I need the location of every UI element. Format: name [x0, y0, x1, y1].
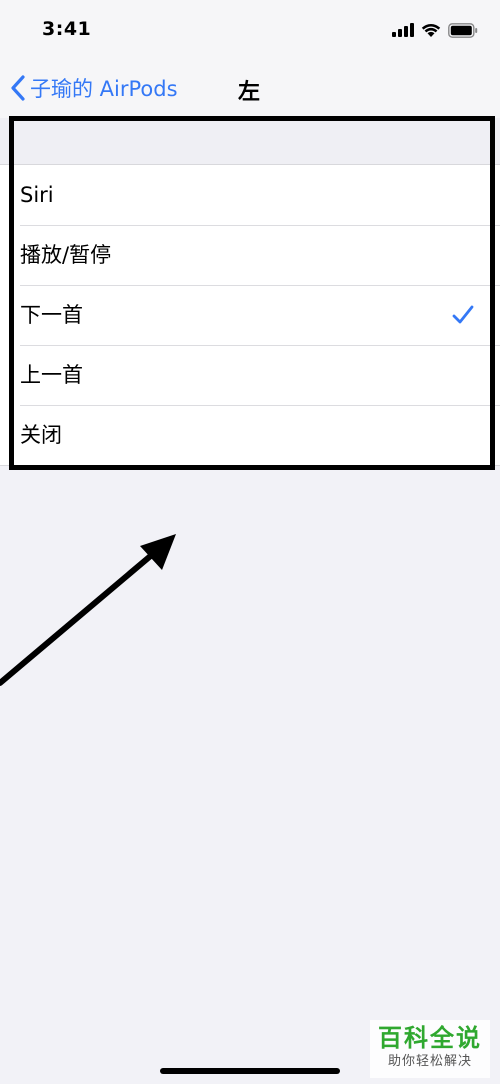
- battery-icon: [448, 22, 478, 38]
- watermark-subtitle: 助你轻松解决: [387, 1054, 472, 1069]
- press-action-options-list: Siri 播放/暂停 下一首 上一首 关闭: [0, 164, 500, 466]
- navigation-bar: 子瑜的 AirPods 左: [0, 58, 500, 118]
- option-previous-track[interactable]: 上一首: [0, 345, 500, 405]
- option-next-track[interactable]: 下一首: [0, 285, 500, 345]
- option-play-pause[interactable]: 播放/暂停: [0, 225, 500, 285]
- status-bar: 3:41: [0, 0, 500, 58]
- option-label: 关闭: [20, 423, 62, 447]
- checkmark-icon: [452, 305, 474, 324]
- wifi-icon: [421, 23, 441, 37]
- back-button-label: 子瑜的 AirPods: [30, 77, 178, 101]
- watermark: 百科全说 助你轻松解决: [370, 1020, 490, 1078]
- option-label: 下一首: [20, 303, 83, 327]
- back-button[interactable]: 子瑜的 AirPods: [10, 72, 178, 104]
- home-indicator: [160, 1068, 340, 1074]
- option-label: 播放/暂停: [20, 243, 112, 267]
- option-label: Siri: [20, 183, 54, 207]
- chevron-left-icon: [11, 75, 25, 101]
- annotation-arrow-icon: [0, 534, 176, 686]
- section-header: [0, 118, 500, 164]
- option-siri[interactable]: Siri: [0, 165, 500, 225]
- status-icons: [392, 20, 478, 40]
- option-label: 上一首: [20, 363, 83, 387]
- watermark-title: 百科全说: [378, 1024, 482, 1052]
- option-off[interactable]: 关闭: [0, 405, 500, 465]
- status-time: 3:41: [42, 18, 92, 40]
- page-title: 左: [238, 80, 261, 105]
- cellular-signal-icon: [392, 23, 414, 37]
